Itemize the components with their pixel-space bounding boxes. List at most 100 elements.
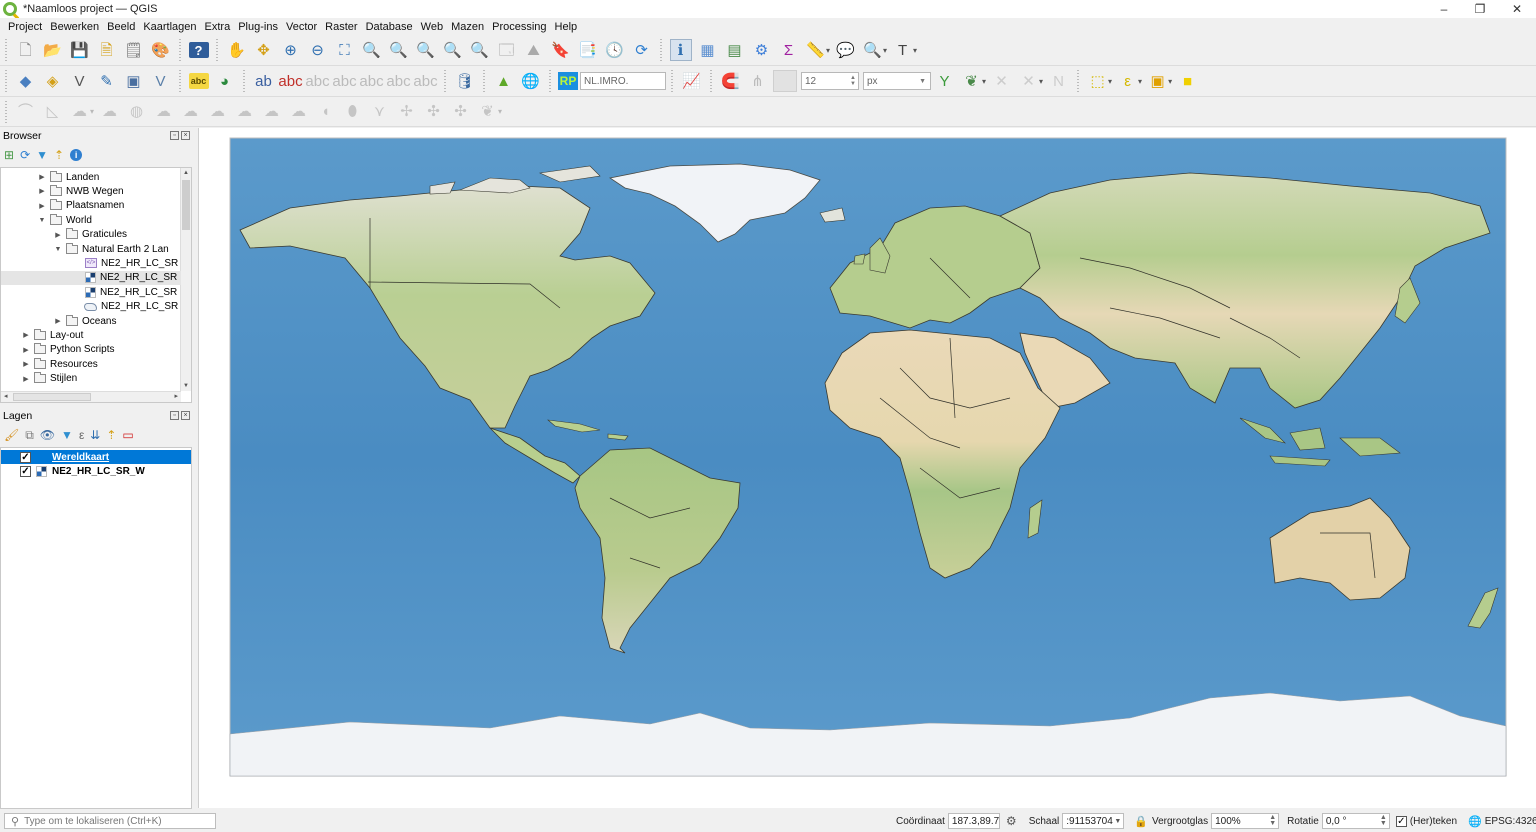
profile-tool-icon[interactable]: 📈 — [681, 70, 703, 92]
crs-globe-icon[interactable]: 🌐 — [1468, 815, 1482, 828]
delete-ring-icon[interactable]: ◍ — [126, 101, 148, 123]
rotation-spinbox[interactable]: 0,0 ° ▲ ▼ — [1321, 813, 1390, 829]
zoom-to-layer-icon[interactable]: 🔍 — [388, 39, 410, 61]
snapping-vertex-icon[interactable]: ⋔ — [747, 70, 769, 92]
manage-map-themes-icon[interactable]: 👁 — [40, 429, 55, 441]
float-panel-icon[interactable]: ▫ — [170, 411, 179, 420]
browser-horizontal-scrollbar[interactable]: ◂ ▸ — [1, 391, 181, 402]
properties-icon[interactable]: i — [70, 149, 83, 161]
menu-extra[interactable]: Extra — [201, 21, 235, 33]
pin-labels-icon[interactable]: ab — [253, 70, 275, 92]
menu-plugins[interactable]: Plug-ins — [234, 21, 282, 33]
simplify-icon[interactable]: ☁ — [234, 101, 256, 123]
split-parts-icon[interactable]: ☁ — [288, 101, 310, 123]
tolerance-unit-select[interactable]: px ▼ — [863, 72, 931, 90]
menu-database[interactable]: Database — [362, 21, 417, 33]
browser-item[interactable]: NE2_HR_LC_SR — [1, 270, 181, 285]
spin-arrows-icon[interactable]: ▲ ▼ — [1269, 814, 1276, 827]
digitize-curve-icon[interactable]: ⌒ — [15, 101, 37, 123]
menu-kaartlagen[interactable]: Kaartlagen — [139, 21, 200, 33]
layer-visibility-checkbox[interactable]: ✓ — [20, 451, 31, 463]
snapping-magnet-icon[interactable]: 🧲 — [720, 70, 742, 92]
text-annotation-icon[interactable]: T — [892, 39, 914, 61]
new-3d-map-view-icon[interactable]: ⛰ — [523, 39, 545, 61]
magnifier-spinbox[interactable]: 100% ▲ ▼ — [1211, 813, 1280, 829]
scrollbar-thumb[interactable] — [182, 180, 190, 230]
crs-button[interactable]: EPSG:4326 — [1485, 816, 1536, 827]
expand-closed-icon[interactable]: ▶ — [21, 375, 31, 383]
reverse-line-icon[interactable]: ❦ — [477, 101, 499, 123]
map-tips-icon[interactable]: 💬 — [835, 39, 857, 61]
layer-group-item[interactable]: ✓ Wereldkaart — [1, 450, 191, 464]
refresh-browser-icon[interactable]: ⟳ — [20, 149, 30, 161]
highlight-labels-icon[interactable]: abc — [278, 70, 302, 92]
resize-label-icon[interactable]: abc — [413, 70, 437, 92]
zoom-to-selection-icon[interactable]: 🔍 — [361, 39, 383, 61]
render-checkbox[interactable]: ✓ — [1395, 815, 1407, 827]
grass-triangle-icon[interactable]: ▲ — [493, 70, 515, 92]
delete-icon[interactable]: ✕ — [991, 70, 1013, 92]
browser-item[interactable]: ▼ World — [1, 213, 181, 227]
menu-web[interactable]: Web — [417, 21, 447, 33]
save-project-icon[interactable]: 💾 — [69, 39, 91, 61]
browser-item[interactable]: NE2_HR_LC_SR — [1, 285, 181, 299]
topology-icon[interactable]: ❦ — [961, 70, 983, 92]
vertex-tool-icon[interactable]: ◺ — [42, 101, 64, 123]
chevron-down-icon[interactable]: ▾ — [982, 77, 986, 86]
data-source-manager-icon[interactable]: ◆ — [15, 70, 37, 92]
style-manager-icon[interactable]: 🎨 — [150, 39, 172, 61]
show-bookmarks-icon[interactable]: 📑 — [577, 39, 599, 61]
rp-plan-id-input[interactable]: NL.IMRO. — [580, 72, 666, 90]
scale-combobox[interactable]: :91153704 ▼ — [1062, 813, 1125, 829]
add-part-icon[interactable]: ☁ — [153, 101, 175, 123]
add-virtual-layer-icon[interactable]: V — [150, 70, 172, 92]
minimize-button[interactable]: – — [1426, 0, 1462, 18]
delete-part-icon[interactable]: ☁ — [180, 101, 202, 123]
open-attribute-table-icon[interactable]: ▦ — [697, 39, 719, 61]
chevron-down-icon[interactable]: ▾ — [498, 107, 502, 116]
add-raster-layer-icon[interactable]: ▣ — [123, 70, 145, 92]
chevron-down-icon[interactable]: ▾ — [90, 107, 94, 116]
collapse-all-icon[interactable]: ⇡ — [54, 149, 64, 161]
expand-closed-icon[interactable]: ▶ — [21, 331, 31, 339]
chevron-down-icon[interactable]: ▼ — [1114, 818, 1121, 825]
offset-point-icon[interactable]: ✣ — [450, 101, 472, 123]
spin-arrows-icon[interactable]: ▲ ▼ — [1380, 814, 1387, 827]
deselect-features-icon[interactable]: ▣ — [1147, 70, 1169, 92]
select-by-location-icon[interactable]: ■ — [1177, 70, 1199, 92]
measure-line-icon[interactable]: 📏 — [805, 39, 827, 61]
close-button[interactable]: ✕ — [1499, 0, 1535, 18]
expand-all-icon[interactable]: ⇊ — [90, 429, 100, 441]
add-vertex-layer-icon[interactable]: V — [69, 70, 91, 92]
map-canvas[interactable] — [198, 128, 1536, 808]
expand-closed-icon[interactable]: ▶ — [53, 231, 63, 239]
zoom-last-icon[interactable]: 🔍 — [442, 39, 464, 61]
menu-help[interactable]: Help — [551, 21, 582, 33]
browser-item[interactable]: ▼ Natural Earth 2 Lan — [1, 242, 181, 256]
rotate-feature-icon[interactable]: ◖ — [315, 101, 337, 123]
pan-icon[interactable]: ✋ — [226, 39, 248, 61]
spin-arrows-icon[interactable]: ▲ ▼ — [850, 75, 856, 87]
add-selected-layers-icon[interactable]: ⊞ — [4, 149, 14, 161]
zoom-full-icon[interactable]: ⛶ — [334, 39, 356, 61]
chevron-down-icon[interactable]: ▾ — [1168, 77, 1172, 86]
remove-layer-icon[interactable]: ▭ — [122, 429, 133, 441]
menu-bewerken[interactable]: Bewerken — [46, 21, 103, 33]
filter-legend-icon[interactable]: ▼ — [61, 429, 73, 441]
filter-by-expression-icon[interactable]: ε — [79, 429, 84, 441]
show-hide-labels-icon[interactable]: abc — [386, 70, 410, 92]
offset-curve-icon[interactable]: ☁ — [207, 101, 229, 123]
browser-item[interactable]: ▶ NWB Wegen — [1, 184, 181, 198]
merge-attributes-icon[interactable]: ✢ — [396, 101, 418, 123]
reshape-icon[interactable]: N — [1048, 70, 1070, 92]
close-panel-icon[interactable]: × — [181, 131, 190, 140]
filter-browser-icon[interactable]: ▼ — [36, 149, 48, 161]
chevron-down-icon[interactable]: ▾ — [913, 46, 917, 55]
search-magnifier-icon[interactable]: 🔍 — [862, 39, 884, 61]
expand-closed-icon[interactable]: ▶ — [53, 317, 63, 325]
zoom-next-icon[interactable]: 🔍 — [469, 39, 491, 61]
zoom-out-icon[interactable]: ⊖ — [307, 39, 329, 61]
label-tool-icon[interactable]: abc — [188, 73, 209, 89]
expand-open-icon[interactable]: ▼ — [37, 217, 47, 224]
chevron-down-icon[interactable]: ▾ — [1138, 77, 1142, 86]
